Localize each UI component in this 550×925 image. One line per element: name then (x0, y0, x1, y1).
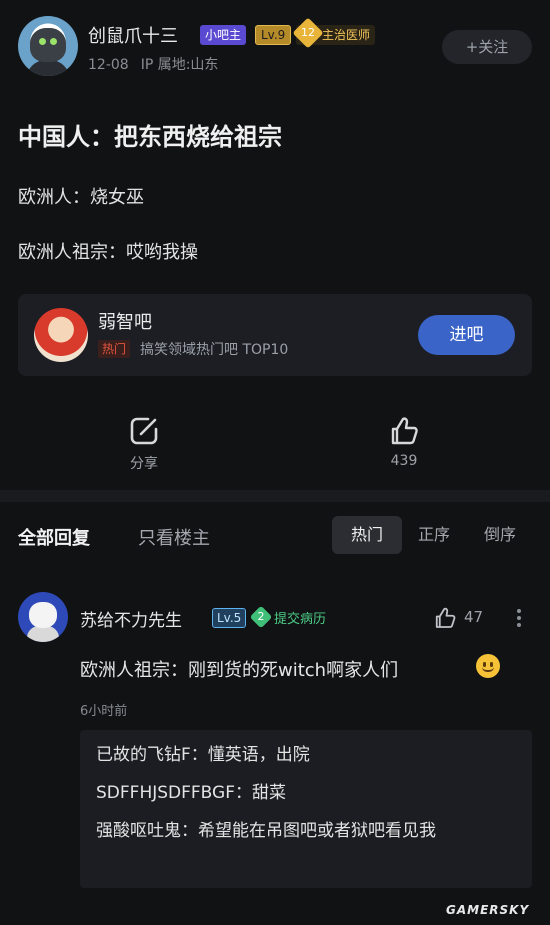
like-count: 439 (390, 453, 418, 469)
sub-reply-author[interactable]: 已故的飞钻F： (96, 745, 208, 765)
thumbs-up-icon (435, 607, 456, 628)
tab-op-only[interactable]: 只看楼主 (138, 524, 210, 550)
commenter-avatar[interactable] (18, 592, 68, 642)
sort-descending[interactable]: 倒序 (480, 516, 520, 554)
more-options-icon[interactable] (512, 606, 526, 634)
forum-card[interactable]: 弱智吧 热门 搞笑领域热门吧 TOP10 进吧 (18, 294, 532, 376)
comment-like-button[interactable]: 47 (433, 604, 493, 632)
share-icon (130, 417, 158, 445)
comment-text: 欧洲人祖宗：刚到货的死witch啊家人们 (80, 660, 399, 681)
sub-reply-text: 希望能在吊图吧或者狱吧看见我 (198, 821, 436, 841)
author-avatar[interactable] (18, 16, 78, 76)
commenter-rank-label: 提交病历 (274, 612, 327, 627)
rank-gem-icon: 12 (292, 17, 324, 49)
forum-description: 搞笑领域热门吧 TOP10 (140, 342, 289, 358)
follow-button[interactable]: +关注 (442, 30, 532, 64)
forum-logo (34, 308, 88, 362)
commenter-level-badge: Lv.5 (212, 608, 247, 628)
section-divider (0, 490, 550, 502)
level-badge: Lv.9 (255, 25, 292, 45)
post-meta: 12-08 IP 属地:山东 (88, 54, 230, 74)
sub-reply-text: 甜菜 (252, 783, 286, 803)
sort-ascending[interactable]: 正序 (414, 516, 454, 554)
sub-reply[interactable]: 强酸呕吐鬼：希望能在吊图吧或者狱吧看见我 (96, 816, 516, 846)
comment-time: 6小时前 (80, 704, 128, 719)
share-button[interactable]: 分享 (104, 415, 184, 473)
comment-like-count: 47 (464, 608, 484, 626)
like-button[interactable]: 439 (364, 415, 444, 469)
hot-tag: 热门 (98, 340, 131, 358)
sort-group: 热门 正序 倒序 (332, 516, 532, 554)
post-date: 12-08 (88, 57, 129, 73)
sub-replies[interactable]: 已故的飞钻F：懂英语，出院 SDFFHJSDFFBGF：甜菜 强酸呕吐鬼：希望能… (80, 730, 532, 888)
tab-all-replies[interactable]: 全部回复 (18, 524, 90, 550)
watermark: GAMERSKY (446, 903, 530, 917)
sub-reply-author[interactable]: 强酸呕吐鬼： (96, 821, 198, 841)
post-header: 创鼠爪十三 小吧主 Lv.9 主治医师 12 12-08 IP 属地:山东 +关注 (0, 0, 550, 95)
post-title: 中国人：把东西烧给祖宗 (18, 123, 282, 151)
enter-forum-button[interactable]: 进吧 (418, 315, 515, 355)
sort-hot[interactable]: 热门 (332, 516, 402, 554)
commenter-name[interactable]: 苏给不力先生 (80, 606, 182, 631)
post-ip-location: IP 属地:山东 (140, 57, 219, 73)
thumbs-up-icon (391, 417, 418, 445)
share-label: 分享 (130, 456, 158, 472)
smile-emoji-icon (476, 654, 500, 678)
sub-reply-author[interactable]: SDFFHJSDFFBGF： (96, 783, 252, 803)
sub-reply[interactable]: SDFFHJSDFFBGF：甜菜 (96, 778, 516, 808)
author-name[interactable]: 创鼠爪十三 (88, 22, 178, 48)
post-body-line: 欧洲人祖宗：哎哟我操 (18, 242, 198, 263)
sub-reply[interactable]: 已故的飞钻F：懂英语，出院 (96, 740, 516, 770)
commenter-rank-gem-icon: 2 (249, 605, 273, 629)
sub-reply-text: 懂英语，出院 (207, 745, 310, 765)
forum-name: 弱智吧 (98, 312, 152, 333)
owner-badge: 小吧主 (200, 25, 247, 45)
post-body-line: 欧洲人：烧女巫 (18, 187, 144, 208)
